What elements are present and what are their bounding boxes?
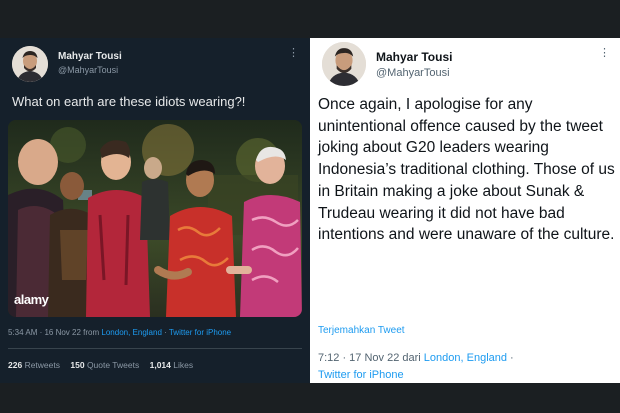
client-link[interactable]: Twitter for iPhone xyxy=(169,328,231,337)
tweet-timestamp[interactable]: 7:12 · 17 Nov 22 dari xyxy=(318,352,421,364)
tweet-metadata: 7:12 · 17 Nov 22 dari London, England · … xyxy=(318,350,558,384)
retweets-stat[interactable]: 226 Retweets xyxy=(8,360,60,370)
light-tweet-card: Mahyar Tousi @MahyarTousi ⋮ Once again, … xyxy=(310,38,620,383)
author-handle[interactable]: @MahyarTousi xyxy=(376,67,450,79)
author-name[interactable]: Mahyar Tousi xyxy=(376,50,452,64)
likes-label: Likes xyxy=(173,360,194,370)
meta-separator: · xyxy=(506,352,514,364)
quote-tweets-stat[interactable]: 150 Quote Tweets xyxy=(70,360,139,370)
likes-count: 1,014 xyxy=(149,360,171,370)
stats-divider xyxy=(8,348,302,349)
author-avatar[interactable] xyxy=(322,42,366,86)
more-options-icon[interactable]: ⋮ xyxy=(288,46,299,59)
translate-tweet-link[interactable]: Terjemahkan Tweet xyxy=(318,325,405,336)
client-link[interactable]: Twitter for iPhone xyxy=(318,369,404,381)
tweet-text: Once again, I apologise for any unintent… xyxy=(318,96,615,244)
tweet-metadata: 5:34 AM · 16 Nov 22 from London, England… xyxy=(8,328,231,337)
engagement-stats: 226 Retweets 150 Quote Tweets 1,014 Like… xyxy=(8,360,193,370)
image-watermark: alamy xyxy=(14,292,49,307)
meta-separator: · xyxy=(161,328,169,337)
location-link[interactable]: London, England xyxy=(424,352,507,364)
retweets-count: 226 xyxy=(8,360,23,370)
author-avatar[interactable] xyxy=(12,46,48,82)
location-link[interactable]: London, England xyxy=(101,328,162,337)
quote-tweets-count: 150 xyxy=(70,360,85,370)
dark-tweet-card: Mahyar Tousi @MahyarTousi ⋮ What on eart… xyxy=(0,38,310,383)
tweet-text: What on earth are these idiots wearing?! xyxy=(12,94,246,109)
tweet-photo[interactable]: alamy xyxy=(8,120,302,317)
retweets-label: Retweets xyxy=(24,360,60,370)
author-name[interactable]: Mahyar Tousi xyxy=(58,51,122,62)
more-options-icon[interactable]: ⋮ xyxy=(599,46,610,59)
likes-stat[interactable]: 1,014 Likes xyxy=(150,360,194,370)
tweet-timestamp[interactable]: 5:34 AM · 16 Nov 22 from xyxy=(8,328,99,337)
author-handle[interactable]: @MahyarTousi xyxy=(58,65,118,75)
quote-tweets-label: Quote Tweets xyxy=(86,360,140,370)
